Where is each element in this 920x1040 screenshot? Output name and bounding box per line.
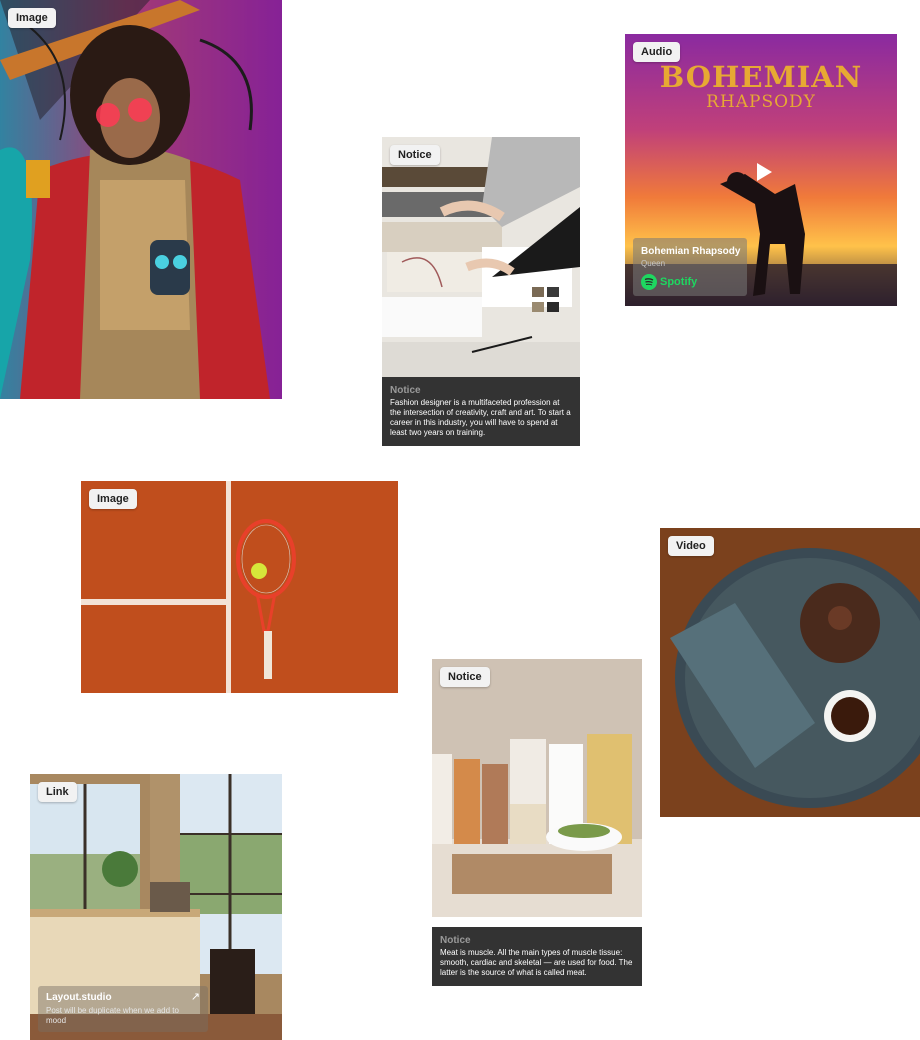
link-panel[interactable]: Layout.studio Post will be duplicate whe… — [38, 986, 208, 1032]
pantry-photo — [432, 659, 642, 917]
link-title: Layout.studio — [46, 992, 112, 1003]
spotify-icon — [641, 274, 657, 290]
play-icon[interactable] — [755, 162, 773, 182]
poster-title: BOHEMIAN — [659, 60, 863, 94]
notice-panel: Notice Fashion designer is a multifacete… — [382, 377, 580, 446]
card-musician-image[interactable]: Image — [0, 0, 282, 399]
spotify-link[interactable]: Spotify — [641, 274, 697, 290]
badge-label: Video — [668, 536, 714, 556]
notice-panel: Notice Meat is muscle. All the main type… — [432, 927, 642, 986]
badge-label: Notice — [440, 667, 490, 687]
notice-text: Fashion designer is a multifaceted profe… — [390, 398, 571, 437]
card-room-link[interactable]: Link Layout.studio Post will be duplicat… — [30, 774, 282, 1040]
track-title: Bohemian Rhapsody — [641, 246, 741, 257]
track-artist: Queen — [641, 259, 666, 268]
badge-label: Image — [89, 489, 137, 509]
card-tea-video[interactable]: Video — [660, 528, 920, 817]
card-fashion-notice[interactable]: Notice Notice Fashion designer is a mult… — [382, 137, 580, 446]
audio-player-panel[interactable]: Bohemian Rhapsody Queen Spotify — [633, 238, 747, 296]
link-subtitle: Post will be duplicate when we add to mo… — [46, 1006, 179, 1025]
tennis-photo — [81, 481, 398, 693]
notice-text: Meat is muscle. All the main types of mu… — [440, 948, 633, 977]
badge-label: Audio — [633, 42, 681, 62]
badge-label: Link — [38, 782, 77, 802]
poster-subtitle: RHAPSODY — [706, 92, 816, 112]
badge-label: Image — [8, 8, 56, 28]
spotify-label: Spotify — [660, 276, 698, 288]
notice-title: Notice — [390, 385, 421, 396]
external-link-icon[interactable]: ↗ — [191, 990, 200, 1003]
musician-photo — [0, 0, 282, 399]
notice-title: Notice — [440, 935, 471, 946]
badge-label: Notice — [390, 145, 440, 165]
tea-photo — [660, 528, 920, 817]
fashion-photo — [382, 137, 580, 377]
card-audio[interactable]: BOHEMIAN RHAPSODY Audio Bohemian Rhapsod… — [625, 34, 897, 306]
card-tennis-image[interactable]: Image — [81, 481, 398, 693]
card-pantry-notice[interactable]: Notice Notice Meat is muscle. All the ma… — [432, 659, 642, 986]
